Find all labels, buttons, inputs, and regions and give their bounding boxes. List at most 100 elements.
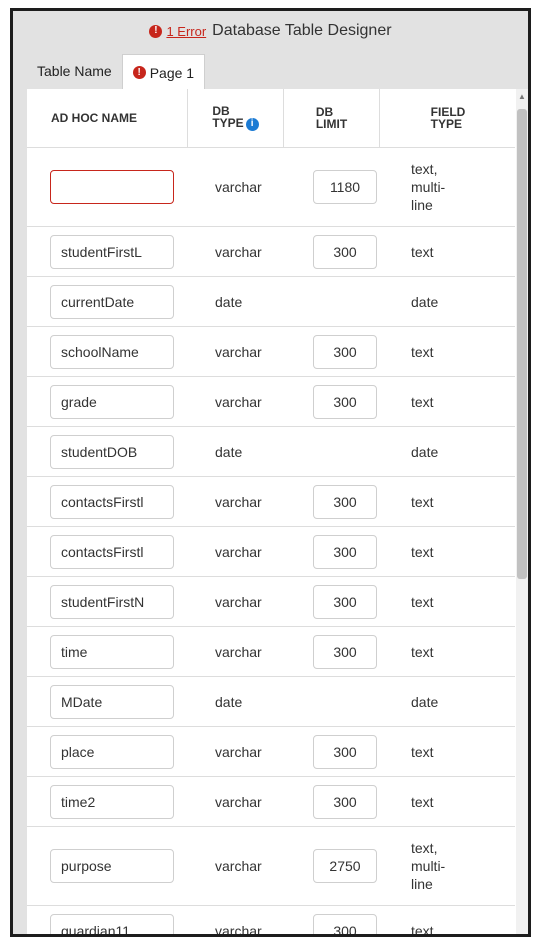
db-limit-input[interactable]: 300	[313, 384, 377, 419]
db-limit-cell	[313, 677, 383, 726]
db-type-cell: varchar	[215, 593, 262, 610]
field-type-cell: date	[411, 693, 439, 710]
db-limit-input[interactable]: 300	[313, 734, 377, 769]
info-icon[interactable]: i	[245, 117, 259, 131]
adhoc-name-input[interactable]: contactsFirstl	[50, 484, 174, 519]
table-row: varchar 1180 text, multi-line	[27, 148, 515, 227]
tab-label: Table Name	[37, 63, 112, 79]
db-limit-cell: 2750	[313, 827, 383, 905]
table-row: schoolName varchar 300 text	[27, 327, 515, 377]
table-header: AD HOC NAME DB TYPE i DB LIMIT FIELD TYPE	[27, 89, 515, 148]
db-limit-cell: 300	[313, 327, 383, 376]
dialog-frame: ! 1 Error Database Table Designer Table …	[10, 8, 531, 937]
adhoc-name-cell: studentFirstL	[50, 227, 180, 276]
db-limit-cell: 300	[313, 777, 383, 826]
adhoc-name-input[interactable]: purpose	[50, 849, 174, 883]
col-header-adhoc-name: AD HOC NAME	[51, 89, 186, 147]
table-row: contactsFirstl varchar 300 text	[27, 477, 515, 527]
col-label: TYPE	[430, 117, 462, 131]
col-label: TYPE	[212, 116, 244, 131]
field-type-cell: text	[411, 243, 434, 260]
adhoc-name-input[interactable]: MDate	[50, 684, 174, 719]
db-limit-cell: 300	[313, 906, 383, 934]
db-limit-input[interactable]: 300	[313, 784, 377, 819]
title-bar: ! 1 Error Database Table Designer	[13, 11, 528, 51]
adhoc-name-cell: studentFirstN	[50, 577, 180, 626]
table-row: studentFirstN varchar 300 text	[27, 577, 515, 627]
db-limit-input[interactable]: 2750	[313, 849, 377, 883]
adhoc-name-cell: place	[50, 727, 180, 776]
table-row: guardian11 varchar 300 text	[27, 906, 515, 937]
db-limit-cell: 300	[313, 727, 383, 776]
col-header-db-limit: DB LIMIT	[283, 89, 379, 147]
db-limit-input[interactable]: 300	[313, 334, 377, 369]
table-row: MDate date date	[27, 677, 515, 727]
table-row: time2 varchar 300 text	[27, 777, 515, 827]
adhoc-name-input[interactable]: time	[50, 634, 174, 669]
field-type-cell: text	[411, 343, 434, 360]
db-type-cell: varchar	[215, 243, 262, 260]
scrollbar-thumb[interactable]	[517, 109, 527, 579]
db-limit-cell: 1180	[313, 148, 383, 226]
scroll-up-icon[interactable]: ▲	[516, 89, 528, 103]
table-row: time varchar 300 text	[27, 627, 515, 677]
error-icon: !	[149, 24, 163, 38]
adhoc-name-input[interactable]: studentDOB	[50, 434, 174, 469]
tab-page-1[interactable]: ! Page 1	[121, 54, 206, 90]
db-type-cell: varchar	[215, 793, 262, 810]
db-type-cell: varchar	[215, 179, 262, 195]
adhoc-name-cell: time	[50, 627, 180, 676]
col-header-db-type: DB TYPE i	[187, 89, 283, 147]
field-type-cell: text	[411, 743, 434, 760]
adhoc-name-input[interactable]: schoolName	[50, 334, 174, 369]
fields-panel: AD HOC NAME DB TYPE i DB LIMIT FIELD TYPE	[27, 89, 528, 937]
table-row: contactsFirstl varchar 300 text	[27, 527, 515, 577]
field-type-cell: text	[411, 922, 434, 937]
db-type-cell: varchar	[215, 643, 262, 660]
db-limit-cell	[313, 427, 383, 476]
field-type-cell: text	[411, 643, 434, 660]
adhoc-name-input[interactable]: studentFirstN	[50, 584, 174, 619]
adhoc-name-input[interactable]: grade	[50, 384, 174, 419]
tab-table-name[interactable]: Table Name	[27, 54, 122, 88]
error-count-link[interactable]: 1 Error	[166, 24, 206, 39]
adhoc-name-input[interactable]: guardian11	[50, 913, 174, 934]
adhoc-name-cell	[50, 148, 180, 226]
table-row: grade varchar 300 text	[27, 377, 515, 427]
db-limit-cell: 300	[313, 477, 383, 526]
adhoc-name-input[interactable]: time2	[50, 784, 174, 819]
db-limit-input[interactable]: 300	[313, 234, 377, 269]
db-limit-input[interactable]: 300	[313, 534, 377, 569]
db-type-cell: date	[215, 693, 243, 710]
field-type-cell: date	[411, 293, 439, 310]
vertical-scrollbar[interactable]: ▲ ▼	[516, 89, 528, 937]
db-limit-input[interactable]: 300	[313, 584, 377, 619]
db-limit-input[interactable]: 300	[313, 913, 377, 934]
db-limit-cell: 300	[313, 377, 383, 426]
adhoc-name-cell: MDate	[50, 677, 180, 726]
adhoc-name-input[interactable]: place	[50, 734, 174, 769]
db-type-cell: varchar	[215, 343, 262, 360]
db-limit-cell	[313, 277, 383, 326]
scroll-down-icon[interactable]: ▼	[516, 935, 528, 937]
adhoc-name-input[interactable]: contactsFirstl	[50, 534, 174, 569]
db-type-cell: varchar	[215, 743, 262, 760]
table-row: place varchar 300 text	[27, 727, 515, 777]
adhoc-name-cell: schoolName	[50, 327, 180, 376]
adhoc-name-cell: studentDOB	[50, 427, 180, 476]
adhoc-name-input[interactable]: currentDate	[50, 284, 174, 319]
col-header-field-type: FIELD TYPE	[379, 89, 516, 147]
adhoc-name-input[interactable]	[50, 170, 174, 204]
db-limit-input[interactable]: 300	[313, 634, 377, 669]
db-type-cell: varchar	[215, 493, 262, 510]
db-limit-input[interactable]: 1180	[313, 170, 377, 204]
db-limit-input[interactable]: 300	[313, 484, 377, 519]
col-label: AD HOC NAME	[51, 111, 137, 125]
field-type-cell: text	[411, 793, 434, 810]
tab-bar: Table Name ! Page 1	[27, 54, 206, 90]
adhoc-name-input[interactable]: studentFirstL	[50, 234, 174, 269]
db-type-cell: varchar	[215, 543, 262, 560]
field-type-cell: text	[411, 393, 434, 410]
adhoc-name-cell: purpose	[50, 827, 180, 905]
adhoc-name-cell: contactsFirstl	[50, 477, 180, 526]
